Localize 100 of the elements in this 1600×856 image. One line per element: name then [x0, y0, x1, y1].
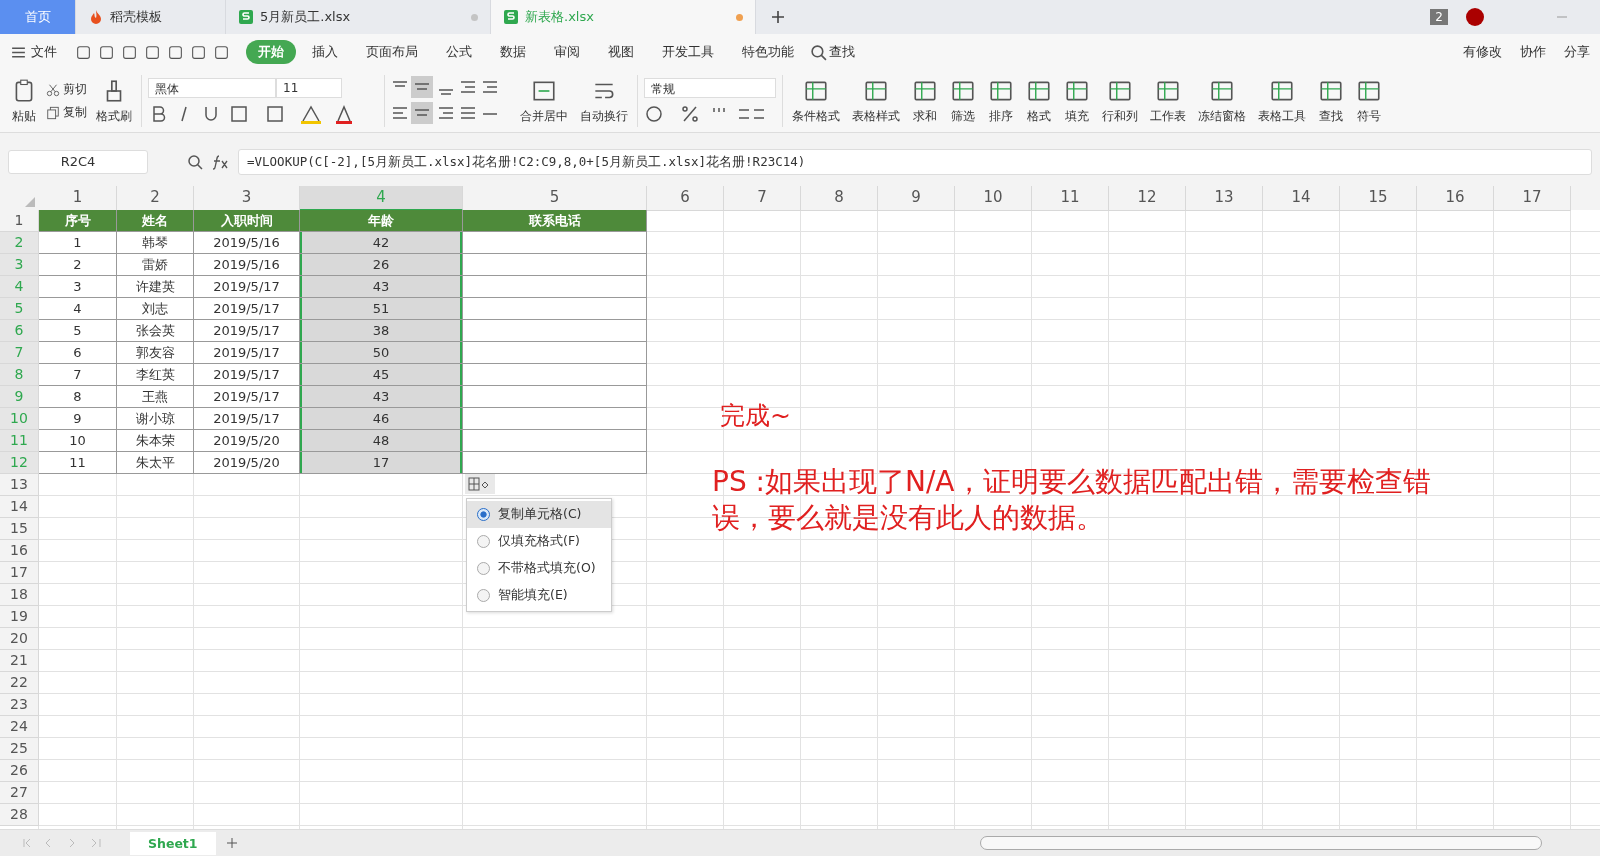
column-header[interactable]: 16 [1417, 186, 1494, 211]
ribbon-tab[interactable]: 特色功能 [730, 40, 806, 64]
row-header[interactable]: 26 [0, 760, 39, 782]
row-header[interactable]: 19 [0, 606, 39, 628]
column-header[interactable]: 9 [878, 186, 955, 211]
toolbar-button[interactable]: 排序 [985, 75, 1017, 127]
row-header[interactable]: 17 [0, 562, 39, 584]
font-size-field[interactable]: 11 [276, 78, 342, 98]
column-header[interactable]: 15 [1340, 186, 1417, 211]
row-header[interactable]: 14 [0, 496, 39, 518]
toolbar-button[interactable]: 表格工具 [1255, 75, 1309, 127]
ribbon-tab[interactable]: 数据 [488, 40, 538, 64]
toolbar-button[interactable]: 筛选 [947, 75, 979, 127]
paste-options-button[interactable] [465, 474, 495, 494]
radio-button[interactable] [477, 589, 490, 602]
column-header[interactable]: 7 [724, 186, 801, 211]
quick-access-icon[interactable] [213, 43, 230, 61]
plus-icon[interactable] [225, 837, 238, 849]
toolbar-button[interactable]: 查找 [1315, 75, 1347, 127]
number-format-field[interactable]: 常规 [644, 78, 776, 98]
search-icon[interactable] [810, 43, 827, 61]
table-cell: 9 [39, 408, 117, 430]
column-header[interactable]: 6 [647, 186, 724, 211]
radio-button[interactable] [477, 562, 490, 575]
ribbon-tab[interactable]: 公式 [434, 40, 484, 64]
search-button[interactable]: 查找 [829, 43, 855, 61]
column-header[interactable]: 17 [1494, 186, 1571, 211]
row-header[interactable]: 18 [0, 584, 39, 606]
formula-field[interactable]: =VLOOKUP(C[-2],[5月新员工.xlsx]花名册!C2:C9,8,0+[5月新员工.xlsx]花名册!R23C14) [238, 149, 1592, 175]
row-header[interactable]: 24 [0, 716, 39, 738]
ribbon-tab[interactable]: 页面布局 [354, 40, 430, 64]
row-header[interactable]: 20 [0, 628, 39, 650]
scissors-icon [46, 82, 60, 97]
paste-option[interactable]: 智能填充(E) [467, 582, 611, 609]
column-header[interactable]: 13 [1186, 186, 1263, 211]
column-header[interactable]: 10 [955, 186, 1032, 211]
row-header[interactable]: 25 [0, 738, 39, 760]
format-painter-button[interactable]: 格式刷 [93, 75, 135, 127]
table-cell: 4 [39, 298, 117, 320]
toolbar-button[interactable]: 表格样式 [849, 75, 903, 127]
name-box[interactable]: R2C4 [8, 150, 148, 174]
row-header[interactable]: 28 [0, 804, 39, 826]
annotation-text: 完成~ [720, 400, 791, 432]
ribbon-tab[interactable]: 审阅 [542, 40, 592, 64]
table-cell: 8 [39, 386, 117, 408]
toolbar-button[interactable]: 符号 [1353, 75, 1385, 127]
merge-center-button[interactable]: 合并居中 [517, 75, 571, 127]
quick-access-icon[interactable] [75, 43, 92, 61]
row-header[interactable]: 13 [0, 474, 39, 496]
ribbon-tab[interactable]: 插入 [300, 40, 350, 64]
paste-option[interactable]: 复制单元格(C) [467, 501, 611, 528]
avatar-icon[interactable] [1466, 8, 1484, 26]
toolbar-button[interactable]: 工作表 [1147, 75, 1189, 127]
window-count-badge[interactable]: 2 [1430, 9, 1448, 25]
toolbar-button[interactable]: 填充 [1061, 75, 1093, 127]
action-button[interactable]: 协作 [1520, 43, 1546, 61]
radio-button[interactable] [477, 508, 490, 521]
toolbar-button[interactable]: 求和 [909, 75, 941, 127]
ribbon-tab[interactable]: 开发工具 [650, 40, 726, 64]
ribbon-tab[interactable]: 视图 [596, 40, 646, 64]
quick-access-icon[interactable] [167, 43, 184, 61]
quick-access-icon[interactable] [98, 43, 115, 61]
paste-button[interactable]: 粘贴 [8, 75, 40, 127]
action-button[interactable]: 有修改 [1463, 43, 1502, 61]
paste-option[interactable]: 不带格式填充(O) [467, 555, 611, 582]
table-cell: 46 [300, 408, 463, 430]
row-header[interactable]: 23 [0, 694, 39, 716]
action-button[interactable]: 分享 [1564, 43, 1590, 61]
toolbar-button[interactable]: 条件格式 [789, 75, 843, 127]
spreadsheet-icon [238, 9, 254, 25]
row-header[interactable]: 16 [0, 540, 39, 562]
file-menu[interactable]: 文件 [31, 43, 57, 61]
column-header[interactable]: 12 [1109, 186, 1186, 211]
cut-button[interactable]: 剪切 [63, 81, 87, 98]
row-header[interactable]: 21 [0, 650, 39, 672]
toolbar-button[interactable]: 行和列 [1099, 75, 1141, 127]
quick-access-icon[interactable] [121, 43, 138, 61]
quick-access-icon[interactable] [190, 43, 207, 61]
toolbar-button[interactable]: 格式 [1023, 75, 1055, 127]
row-header[interactable]: 22 [0, 672, 39, 694]
table-cell: 郭友容 [117, 342, 194, 364]
font-name-field[interactable]: 黑体 [148, 78, 276, 98]
quick-access-icon[interactable] [144, 43, 161, 61]
row-header[interactable]: 1 [0, 210, 39, 232]
column-header[interactable]: 11 [1032, 186, 1109, 211]
spreadsheet-icon [503, 9, 519, 25]
column-header[interactable]: 14 [1263, 186, 1340, 211]
column-header[interactable]: 8 [801, 186, 878, 211]
plus-icon[interactable] [770, 9, 786, 25]
function-icon[interactable] [212, 154, 230, 170]
paste-option[interactable]: 仅填充格式(F) [467, 528, 611, 555]
copy-button[interactable]: 复制 [63, 104, 87, 121]
toolbar-button[interactable]: 冻结窗格 [1195, 75, 1249, 127]
wrap-text-button[interactable]: 自动换行 [577, 75, 631, 127]
row-header[interactable]: 27 [0, 782, 39, 804]
radio-button[interactable] [477, 535, 490, 548]
row-header[interactable]: 15 [0, 518, 39, 540]
table-cell: 2019/5/17 [194, 386, 300, 408]
table-cell: 2019/5/17 [194, 298, 300, 320]
zoom-icon[interactable] [186, 154, 204, 170]
